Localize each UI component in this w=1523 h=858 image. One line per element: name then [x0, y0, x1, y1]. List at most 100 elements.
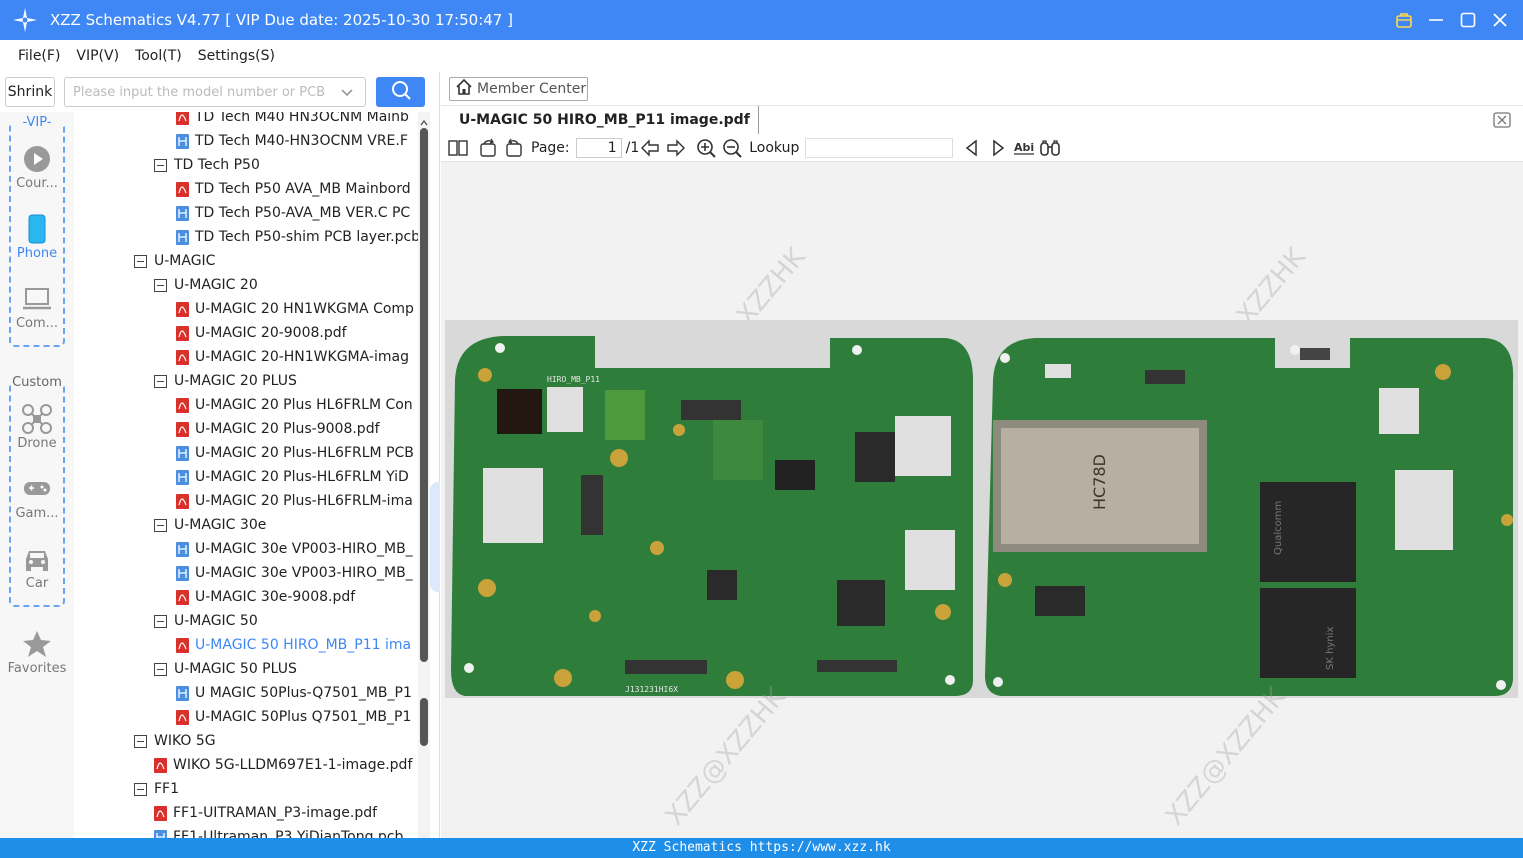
- two-page-view-icon[interactable]: [447, 137, 469, 159]
- tree-folder[interactable]: FF1: [134, 777, 179, 801]
- category-label: Com...: [15, 316, 59, 331]
- menu-tool[interactable]: Tool(T): [135, 48, 182, 64]
- previous-page-icon[interactable]: [639, 137, 661, 159]
- pdf-file-icon: [176, 181, 189, 197]
- pdf-file-icon: [176, 397, 189, 413]
- tree-item-label: U-MAGIC 20 Plus HL6FRLM Con: [195, 397, 413, 413]
- collapse-toggle-icon[interactable]: [154, 614, 167, 628]
- tree-file[interactable]: U-MAGIC 20 Plus HL6FRLM Con: [176, 393, 413, 417]
- file-tree: TD Tech M40 HN3OCNM Mainb TD Tech M40-HN3…: [74, 112, 418, 838]
- tree-folder[interactable]: TD Tech P50: [154, 153, 260, 177]
- collapse-toggle-icon[interactable]: [154, 662, 167, 676]
- find-next-icon[interactable]: [987, 137, 1009, 159]
- document-pane: Member Center U-MAGIC 50 HIRO_MB_P11 ima…: [441, 72, 1523, 838]
- document-tab[interactable]: U-MAGIC 50 HIRO_MB_P11 image.pdf: [451, 106, 759, 134]
- pdf-viewer[interactable]: XZZ@XZZHK XZZ@XZZHK HIRO_MB_P11 J131231H…: [441, 162, 1523, 838]
- tree-scrollbar[interactable]: [418, 112, 430, 838]
- match-case-icon[interactable]: Abi: [1013, 137, 1035, 159]
- tree-file[interactable]: U-MAGIC 20 HN1WKGMA Comp: [176, 297, 414, 321]
- collapse-toggle-icon[interactable]: [154, 374, 167, 388]
- tree-folder[interactable]: U-MAGIC 20: [154, 273, 258, 297]
- category-game[interactable]: Gam...: [0, 474, 74, 521]
- tree-file[interactable]: U-MAGIC 50Plus Q7501_MB_P1: [176, 705, 411, 729]
- scroll-thumb[interactable]: [420, 128, 428, 662]
- pcb-file-icon: [176, 469, 189, 485]
- tree-file[interactable]: U-MAGIC 20 Plus-9008.pdf: [176, 417, 380, 441]
- collapse-toggle-icon[interactable]: [154, 158, 167, 172]
- category-phone[interactable]: Phone: [0, 214, 74, 261]
- svg-text:Abi: Abi: [1014, 141, 1034, 154]
- rotate-left-icon[interactable]: [477, 137, 499, 159]
- tree-file[interactable]: TD Tech M40 HN3OCNM Mainb: [176, 112, 409, 129]
- tree-folder[interactable]: U-MAGIC 20 PLUS: [154, 369, 297, 393]
- vip-bag-icon[interactable]: [1395, 11, 1413, 29]
- tree-folder[interactable]: U-MAGIC 30e: [154, 513, 266, 537]
- search-button[interactable]: [376, 77, 425, 107]
- tree-folder[interactable]: U-MAGIC 50: [154, 609, 258, 633]
- close-button[interactable]: [1491, 11, 1509, 29]
- left-pane: Shrink Please input the model number or …: [0, 72, 440, 838]
- menu-settings[interactable]: Settings(S): [198, 48, 275, 64]
- tree-folder[interactable]: U-MAGIC 50 PLUS: [154, 657, 297, 681]
- scroll-thumb-secondary[interactable]: [420, 698, 428, 746]
- collapse-toggle-icon[interactable]: [134, 782, 147, 796]
- tree-file[interactable]: U-MAGIC 20 Plus-HL6FRLM-ima: [176, 489, 413, 513]
- category-favorites[interactable]: Favorites: [0, 629, 74, 676]
- binoculars-icon[interactable]: [1039, 137, 1061, 159]
- tree-item-label: WIKO 5G-LLDM697E1-1-image.pdf: [173, 757, 413, 773]
- zoom-out-icon[interactable]: [721, 137, 743, 159]
- menu-file[interactable]: File(F): [18, 48, 60, 64]
- window-title: XZZ Schematics V4.77 [ VIP Due date: 202…: [50, 11, 513, 29]
- pcb-board-image: HIRO_MB_P11 J131231HI6X HC78D Qualcomm S…: [445, 320, 1518, 698]
- tree-file[interactable]: U-MAGIC 50 HIRO_MB_P11 ima: [176, 633, 411, 657]
- zoom-in-icon[interactable]: [695, 137, 717, 159]
- tree-file[interactable]: U-MAGIC 20-HN1WKGMA-imag: [176, 345, 409, 369]
- tree-file[interactable]: U-MAGIC 30e VP003-HIRO_MB_: [176, 537, 413, 561]
- collapse-toggle-icon[interactable]: [154, 278, 167, 292]
- collapse-panel-handle[interactable]: [430, 482, 440, 592]
- menu-vip[interactable]: VIP(V): [76, 48, 119, 64]
- tree-file[interactable]: U-MAGIC 20 Plus-HL6FRLM YiD: [176, 465, 409, 489]
- find-previous-icon[interactable]: [961, 137, 983, 159]
- category-drone[interactable]: Drone: [0, 404, 74, 451]
- search-input[interactable]: Please input the model number or PCB: [64, 77, 366, 107]
- tree-file[interactable]: TD Tech P50 AVA_MB Mainbord: [176, 177, 411, 201]
- collapse-toggle-icon[interactable]: [134, 254, 147, 268]
- tree-item-label: U MAGIC 50Plus-Q7501_MB_P1: [195, 685, 412, 701]
- lookup-input[interactable]: [805, 137, 954, 158]
- tree-file[interactable]: TD Tech P50-AVA_MB VER.C PC: [176, 201, 410, 225]
- tree-file[interactable]: FF1-Ultraman_P3 YiDianTong.pcb: [154, 825, 403, 838]
- tree-file[interactable]: U-MAGIC 20-9008.pdf: [176, 321, 347, 345]
- tree-file[interactable]: U-MAGIC 30e-9008.pdf: [176, 585, 355, 609]
- laptop-icon: [22, 284, 52, 314]
- tree-file[interactable]: TD Tech P50-shim PCB layer.pcb: [176, 225, 418, 249]
- tree-file[interactable]: WIKO 5G-LLDM697E1-1-image.pdf: [154, 753, 412, 777]
- minimize-button[interactable]: [1427, 11, 1445, 29]
- tree-file[interactable]: U MAGIC 50Plus-Q7501_MB_P1: [176, 681, 412, 705]
- category-courses[interactable]: Cour...: [0, 144, 74, 191]
- collapse-toggle-icon[interactable]: [134, 734, 147, 748]
- category-computer[interactable]: Com...: [0, 284, 74, 331]
- tree-item-label: U-MAGIC 20 Plus-HL6FRLM-ima: [195, 493, 413, 509]
- shrink-button[interactable]: Shrink: [5, 77, 55, 107]
- page-number-input[interactable]: 1: [575, 137, 622, 158]
- category-label: Favorites: [7, 661, 67, 676]
- rotate-right-icon[interactable]: [503, 137, 525, 159]
- tree-folder[interactable]: U-MAGIC: [134, 249, 215, 273]
- tree-file[interactable]: U-MAGIC 20 Plus-HL6FRLM PCB: [176, 441, 414, 465]
- close-tab-icon[interactable]: [1493, 112, 1511, 128]
- member-bar: Member Center: [441, 72, 1523, 106]
- tree-folder[interactable]: WIKO 5G: [134, 729, 216, 753]
- category-car[interactable]: Car: [0, 544, 74, 591]
- member-center-button[interactable]: Member Center: [449, 77, 588, 101]
- document-tab-title: U-MAGIC 50 HIRO_MB_P11 image.pdf: [459, 112, 750, 128]
- maximize-button[interactable]: [1459, 11, 1477, 29]
- tree-file[interactable]: U-MAGIC 30e VP003-HIRO_MB_: [176, 561, 413, 585]
- chevron-down-icon[interactable]: [339, 84, 355, 100]
- search-icon: [390, 79, 412, 105]
- next-page-icon[interactable]: [665, 137, 687, 159]
- tree-file[interactable]: TD Tech M40-HN3OCNM VRE.F: [176, 129, 408, 153]
- tree-file[interactable]: FF1-UITRAMAN_P3-image.pdf: [154, 801, 377, 825]
- collapse-toggle-icon[interactable]: [154, 518, 167, 532]
- tree-item-label: U-MAGIC 20 Plus-HL6FRLM YiD: [195, 469, 409, 485]
